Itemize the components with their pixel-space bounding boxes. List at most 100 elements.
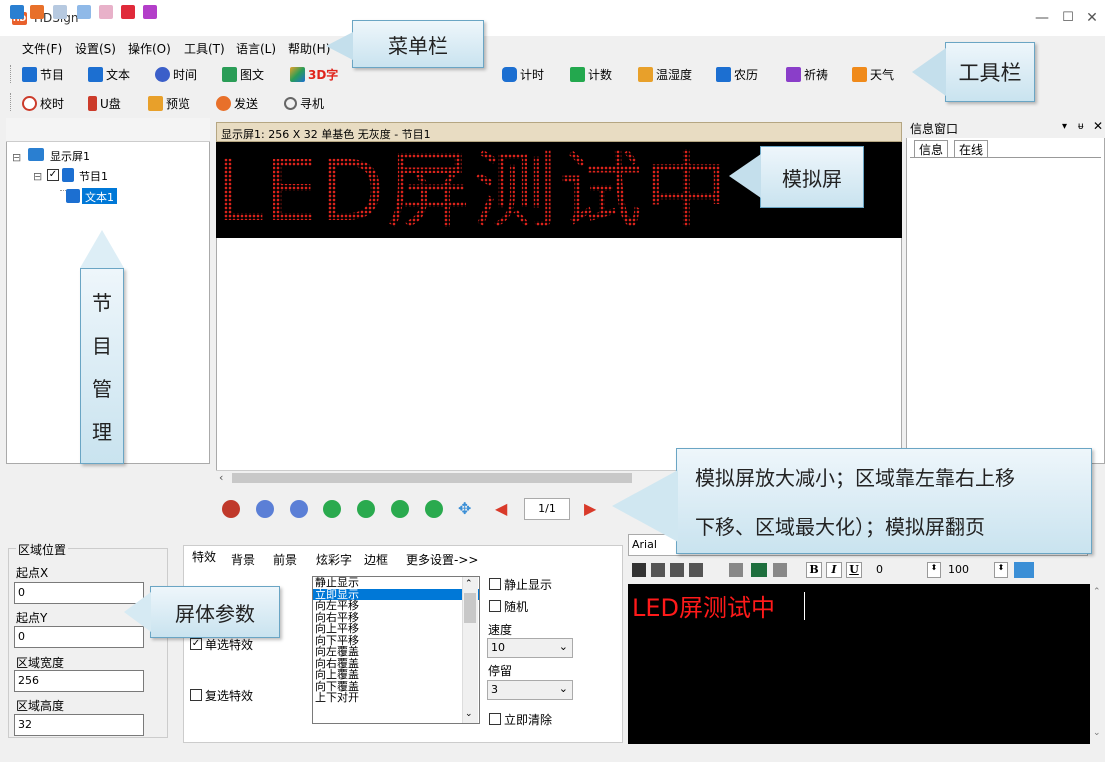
pin-icon[interactable]: ᵾ bbox=[1078, 121, 1083, 132]
move-up-icon[interactable] bbox=[77, 5, 91, 19]
speed-select[interactable]: 10 ⌄ bbox=[487, 638, 573, 658]
menu-tools[interactable]: 工具(T) bbox=[184, 40, 225, 57]
menu-settings[interactable]: 设置(S) bbox=[75, 40, 116, 57]
letter-spacing-value[interactable]: 0 bbox=[876, 563, 883, 576]
tab-border[interactable]: 边框 bbox=[364, 551, 388, 568]
toolbar-image-text-button[interactable]: 图文 bbox=[222, 63, 264, 85]
tab-more-settings[interactable]: 更多设置->> bbox=[406, 551, 478, 568]
effect-list-item[interactable]: 上下对开 bbox=[313, 692, 479, 704]
tab-background[interactable]: 背景 bbox=[231, 551, 255, 568]
editor-scrollbar[interactable] bbox=[1090, 584, 1105, 744]
image-icon[interactable] bbox=[1014, 562, 1034, 578]
toolbar-grip[interactable] bbox=[10, 93, 13, 111]
toolbar-3d-text-button[interactable]: 3D字 bbox=[290, 63, 338, 85]
next-page-icon[interactable]: ▶ bbox=[584, 499, 596, 518]
move-down-icon[interactable] bbox=[425, 500, 443, 518]
random-checkbox[interactable] bbox=[489, 600, 501, 612]
delete-icon[interactable] bbox=[121, 5, 135, 19]
effect-list-item[interactable]: 静止显示 bbox=[313, 577, 479, 589]
tab-effects[interactable]: 特效 bbox=[190, 548, 219, 565]
toolbar-timer-button[interactable]: 计时 bbox=[502, 63, 544, 85]
zoom-in-icon[interactable] bbox=[256, 500, 274, 518]
menu-help[interactable]: 帮助(H) bbox=[288, 40, 330, 57]
bold-button[interactable]: B bbox=[806, 562, 822, 578]
tree-collapse-icon[interactable]: ⊟ bbox=[12, 151, 21, 164]
region-height-input[interactable]: 32 bbox=[14, 714, 144, 736]
scroll-up-icon[interactable]: ⌃ bbox=[465, 579, 473, 589]
toolbar-prayer-button[interactable]: 祈祷 bbox=[786, 63, 828, 85]
toolbar-weather-button[interactable]: 天气 bbox=[852, 63, 894, 85]
scroll-left-icon[interactable]: ‹ bbox=[219, 471, 223, 484]
scroll-down-icon[interactable]: ⌄ bbox=[465, 709, 473, 719]
toolbar-counter-button[interactable]: 计数 bbox=[570, 63, 612, 85]
toolbar-temperature-button[interactable]: 温湿度 bbox=[638, 63, 692, 85]
tab-info[interactable]: 信息 bbox=[914, 140, 949, 158]
tree-screen-node[interactable]: 显示屏1 bbox=[50, 148, 90, 164]
toolbar-lunar-button[interactable]: 农历 bbox=[716, 63, 758, 85]
effect-list-item[interactable]: 向上平移 bbox=[313, 623, 479, 635]
align-right-icon[interactable] bbox=[670, 563, 684, 577]
toolbar-grip[interactable] bbox=[10, 65, 13, 83]
copy-icon[interactable] bbox=[53, 5, 67, 19]
stay-select[interactable]: 3 ⌄ bbox=[487, 680, 573, 700]
clear-now-checkbox[interactable] bbox=[489, 713, 501, 725]
close-icon[interactable]: ✕ bbox=[1093, 119, 1103, 133]
close-button[interactable]: ✕ bbox=[1082, 8, 1102, 28]
toolbar-usb-button[interactable]: U盘 bbox=[88, 92, 121, 114]
effect-list-item[interactable]: 向左覆盖 bbox=[313, 646, 479, 658]
toolbar-preview-button[interactable]: 预览 bbox=[148, 92, 190, 114]
valign-middle-icon[interactable] bbox=[751, 563, 767, 577]
effect-list-item[interactable]: 向上覆盖 bbox=[313, 669, 479, 681]
program-checkbox[interactable]: ✓ bbox=[47, 169, 59, 181]
justify-icon[interactable] bbox=[689, 563, 703, 577]
align-left-icon[interactable] bbox=[632, 563, 646, 577]
toolbar-send-button[interactable]: 发送 bbox=[216, 92, 258, 114]
menu-language[interactable]: 语言(L) bbox=[236, 40, 276, 57]
effect-list-item[interactable]: 向左平移 bbox=[313, 600, 479, 612]
move-up-icon[interactable] bbox=[391, 500, 409, 518]
check-icon[interactable] bbox=[143, 5, 157, 19]
tab-online[interactable]: 在线 bbox=[954, 140, 989, 158]
scale-value[interactable]: 100 bbox=[948, 563, 969, 576]
tab-foreground[interactable]: 前景 bbox=[273, 551, 297, 568]
maximize-region-icon[interactable]: ✥ bbox=[458, 499, 471, 518]
add-node-icon[interactable] bbox=[30, 5, 44, 19]
save-icon[interactable] bbox=[10, 5, 24, 19]
underline-button[interactable]: U bbox=[846, 562, 862, 578]
zoom-out-icon[interactable] bbox=[290, 500, 308, 518]
dropdown-icon[interactable]: ▾ bbox=[1062, 121, 1067, 132]
scroll-down-icon[interactable]: ⌄ bbox=[1093, 728, 1101, 738]
multi-effect-checkbox[interactable] bbox=[190, 689, 202, 701]
tree-program-node[interactable]: 节目1 bbox=[79, 168, 108, 184]
tab-colorful-text[interactable]: 炫彩字 bbox=[316, 551, 352, 568]
toolbar-find-device-button[interactable]: 寻机 bbox=[284, 92, 324, 114]
toolbar-time-button[interactable]: 时间 bbox=[155, 63, 197, 85]
spacing-spinner[interactable]: ⬍ bbox=[927, 562, 941, 578]
single-effect-radio[interactable]: ✓ bbox=[190, 638, 202, 650]
valign-top-icon[interactable] bbox=[729, 563, 743, 577]
tree-collapse-icon[interactable]: ⊟ bbox=[33, 170, 42, 183]
scroll-up-icon[interactable]: ⌃ bbox=[1093, 587, 1101, 597]
maximize-button[interactable]: ☐ bbox=[1058, 8, 1078, 28]
align-left-icon[interactable] bbox=[323, 500, 341, 518]
pause-icon[interactable] bbox=[222, 500, 240, 518]
align-right-icon[interactable] bbox=[357, 500, 375, 518]
minimize-button[interactable]: — bbox=[1032, 8, 1052, 28]
region-width-input[interactable]: 256 bbox=[14, 670, 144, 692]
prev-page-icon[interactable]: ◀ bbox=[495, 499, 507, 518]
toolbar-sync-time-button[interactable]: 校时 bbox=[22, 92, 64, 114]
tree-text-node[interactable]: 文本1 bbox=[82, 188, 117, 204]
move-down-icon[interactable] bbox=[99, 5, 113, 19]
toolbar-text-button[interactable]: 文本 bbox=[88, 63, 130, 85]
align-center-icon[interactable] bbox=[651, 563, 665, 577]
still-display-checkbox[interactable] bbox=[489, 578, 501, 590]
list-scroll-thumb[interactable] bbox=[464, 593, 476, 623]
menu-file[interactable]: 文件(F) bbox=[22, 40, 62, 57]
effect-listbox[interactable]: 静止显示 立即显示 向左平移 向右平移 向上平移 向下平移 向左覆盖 向右覆盖 向上覆盖 向下覆盖… bbox=[312, 576, 480, 724]
scrollbar-thumb[interactable] bbox=[232, 473, 632, 483]
valign-bottom-icon[interactable] bbox=[773, 563, 787, 577]
menu-operate[interactable]: 操作(O) bbox=[128, 40, 171, 57]
italic-button[interactable]: I bbox=[826, 562, 842, 578]
toolbar-program-button[interactable]: 节目 bbox=[22, 63, 64, 85]
scale-spinner[interactable]: ⬍ bbox=[994, 562, 1008, 578]
